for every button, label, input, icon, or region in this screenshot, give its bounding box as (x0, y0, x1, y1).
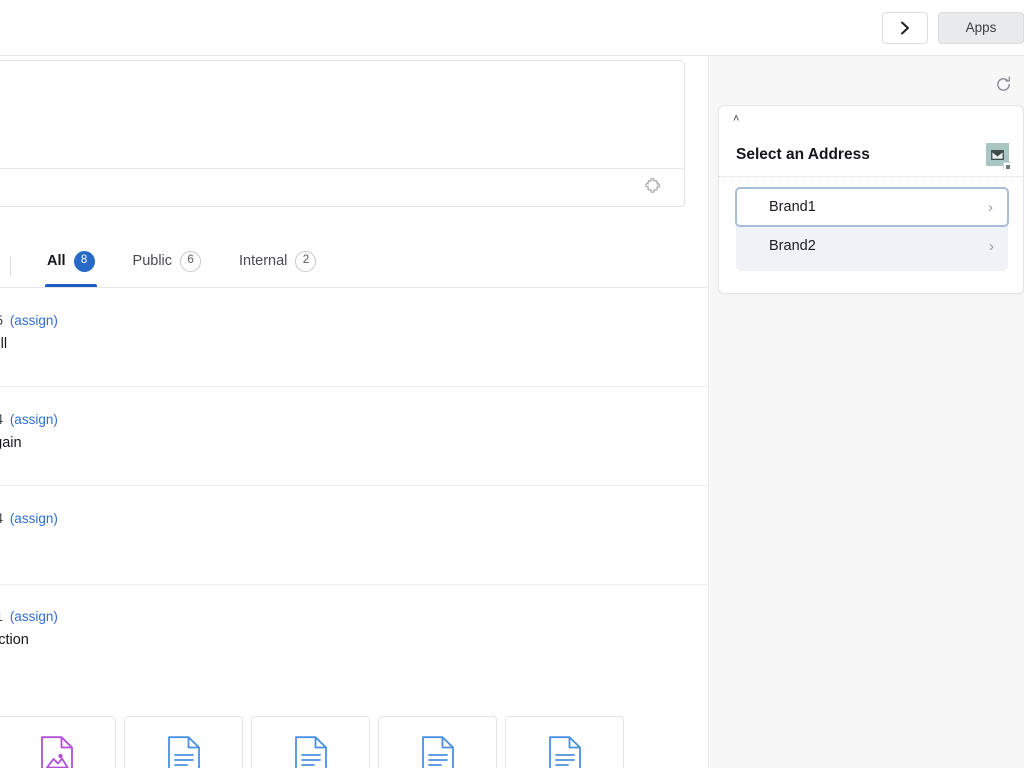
composer-text-area[interactable] (0, 61, 684, 169)
main-content-column: All 8 Public 6 Internal 2 8 04:05 (assig… (0, 56, 709, 768)
brand-option-label: Brand1 (769, 199, 988, 215)
message-timestamp: 8 04:05 (0, 313, 3, 328)
top-bar: Apps (0, 0, 1024, 56)
conversation-tabs: All 8 Public 6 Internal 2 (0, 246, 709, 288)
file-thumbnail (506, 717, 623, 768)
apps-button[interactable]: Apps (938, 12, 1024, 44)
message-timestamp: 8 04:01 (0, 609, 3, 624)
tab-public-count: 6 (180, 251, 201, 272)
list-item[interactable]: redacted TXT (251, 716, 370, 768)
brand-option-label: Brand2 (769, 238, 989, 254)
tab-internal-label: Internal (239, 254, 287, 269)
text-file-icon (167, 736, 201, 768)
puzzle-piece-icon[interactable] (644, 178, 662, 196)
right-side-panel: ˄ Select an Address Brand1 › Bran (710, 56, 1024, 768)
message-timestamp: 8 04:04 (0, 412, 3, 427)
select-address-card: ˄ Select an Address Brand1 › Bran (718, 105, 1024, 294)
chevron-right-icon: › (988, 200, 993, 215)
file-thumbnail (379, 717, 496, 768)
composer-toolbar (0, 168, 684, 206)
list-item[interactable]: redacted TXT (505, 716, 624, 768)
table-row[interactable]: 8 04:05 (assign) n still (0, 288, 709, 387)
assign-link[interactable]: (assign) (10, 609, 58, 624)
list-item[interactable]: redacted TXT (124, 716, 243, 768)
tab-all-label: All (47, 254, 66, 269)
message-list: 8 04:05 (assign) n still 8 04:04 (assign… (0, 288, 709, 768)
text-file-icon (294, 736, 328, 768)
table-row[interactable]: 8 04:01 (assign) edaction (0, 585, 709, 705)
file-thumbnail (0, 717, 115, 768)
file-thumbnail (252, 717, 369, 768)
tab-public-label: Public (133, 254, 173, 269)
brand-option-brand2[interactable]: Brand2 › (736, 227, 1008, 265)
refresh-icon (995, 76, 1012, 93)
message-composer (0, 60, 685, 207)
image-file-icon (40, 736, 74, 768)
message-meta: 8 04:04 (assign) (0, 511, 58, 526)
chevron-right-icon: › (989, 239, 994, 254)
brand-option-list: Brand1 › Brand2 › (736, 187, 1008, 271)
app-root: Apps All 8 Public 6 Int (0, 0, 1024, 768)
tab-internal[interactable]: Internal 2 (237, 246, 318, 287)
mail-badge-dot (1006, 165, 1010, 169)
brand-option-brand1[interactable]: Brand1 › (735, 187, 1009, 227)
assign-link[interactable]: (assign) (10, 313, 58, 328)
table-row[interactable]: 8 04:04 (assign) n (0, 486, 709, 585)
tab-all[interactable]: All 8 (45, 246, 97, 287)
tab-public[interactable]: Public 6 (131, 246, 204, 287)
text-file-icon (421, 736, 455, 768)
envelope-icon (991, 150, 1004, 160)
refresh-button[interactable] (989, 70, 1017, 98)
message-meta: 8 04:04 (assign) (0, 412, 58, 427)
mail-icon[interactable] (986, 143, 1009, 166)
attachment-strip: Screenshot 2020-... PNG redacted TXT (0, 716, 631, 768)
message-snippet: n again (0, 435, 22, 451)
tab-internal-count: 2 (295, 251, 316, 272)
chevron-right-icon (900, 21, 911, 35)
message-meta: 8 04:01 (assign) (0, 609, 58, 624)
apps-button-label: Apps (966, 20, 997, 35)
tab-all-count: 8 (74, 251, 95, 272)
message-snippet: edaction (0, 632, 29, 648)
assign-link[interactable]: (assign) (10, 511, 58, 526)
page-title: Select an Address (736, 146, 986, 164)
expand-panel-button[interactable] (882, 12, 928, 44)
message-meta: 8 04:05 (assign) (0, 313, 58, 328)
list-item[interactable]: redacted TXT (378, 716, 497, 768)
list-item[interactable]: Screenshot 2020-... PNG (0, 716, 116, 768)
assign-link[interactable]: (assign) (10, 412, 58, 427)
card-header: Select an Address (719, 133, 1023, 177)
message-timestamp: 8 04:04 (0, 511, 3, 526)
file-thumbnail (125, 717, 242, 768)
text-file-icon (548, 736, 582, 768)
table-row[interactable]: 8 04:04 (assign) n again (0, 387, 709, 486)
tabs-leading-divider (10, 256, 11, 276)
collapse-caret-icon[interactable]: ˄ (733, 114, 739, 125)
message-snippet: n still (0, 336, 7, 352)
